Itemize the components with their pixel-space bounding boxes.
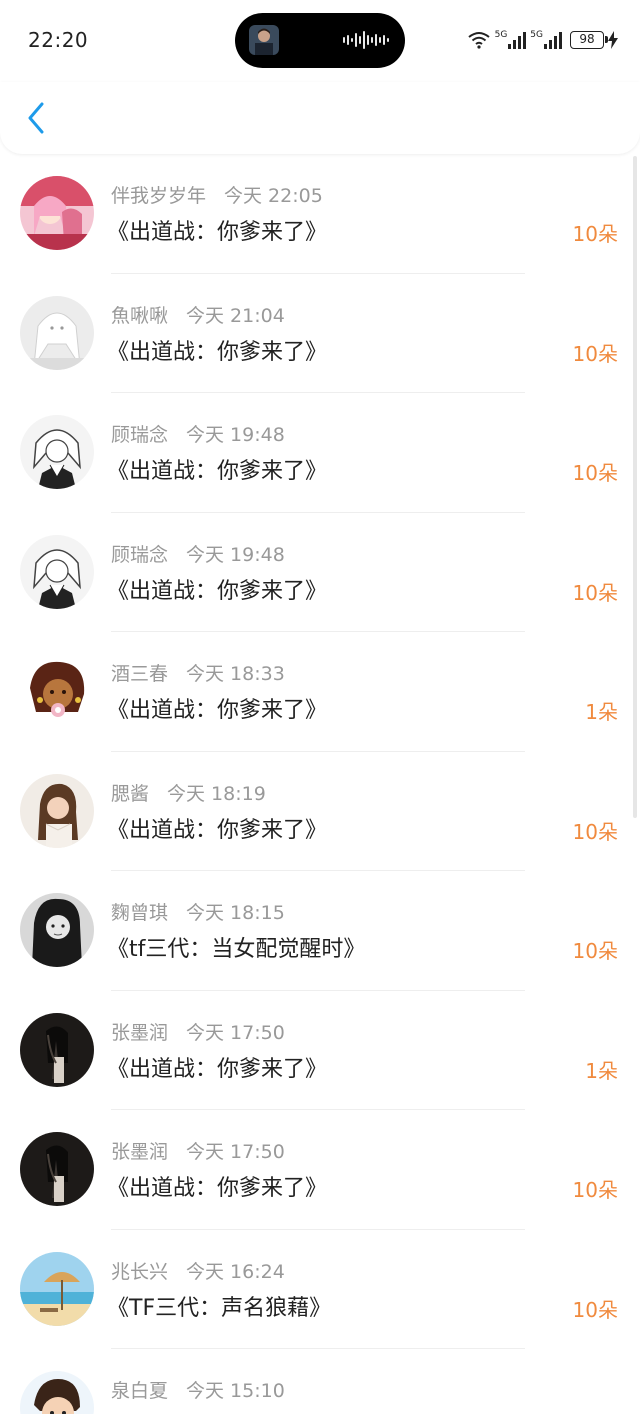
record-meta: 兆长兴 今天 16:24 [111,1257,285,1284]
flower-amount: 10朵 [572,1297,618,1322]
cartoon-boy-avatar[interactable] [20,1371,94,1414]
record-meta: 伴我岁岁年 今天 22:05 [111,181,323,208]
book-title[interactable]: 《出道战：你爹来了》 [107,812,327,844]
network-type-2: 5G [530,30,543,40]
timestamp: 今天 18:15 [186,902,285,924]
timestamp: 今天 18:33 [186,663,285,685]
timestamp: 今天 22:05 [224,185,323,207]
anime-white-avatar[interactable] [20,295,94,370]
record-meta: 张墨润 今天 17:50 [111,1018,285,1045]
manga-bw-avatar[interactable] [20,534,94,609]
gift-record-row[interactable]: 酒三春 今天 18:33 《出道战：你爹来了》 1朵 [0,632,640,752]
network-type-1: 5G [494,30,508,40]
flower-amount: 1朵 [585,1058,618,1083]
back-button[interactable] [18,96,54,140]
dynamic-island[interactable] [235,13,405,68]
record-meta: 腮酱 今天 18:19 [111,779,266,806]
username[interactable]: 酒三春 [111,663,168,685]
beach-umbrella-avatar[interactable] [20,1251,94,1326]
username[interactable]: 泉白夏 [111,1380,168,1402]
signal-1: 5G [495,31,527,49]
status-time: 22:20 [28,28,89,52]
gift-record-row[interactable]: 腮酱 今天 18:19 《出道战：你爹来了》 10朵 [0,752,640,871]
timestamp: 今天 19:48 [186,543,285,566]
record-meta: 张墨润 今天 17:50 [111,1137,285,1164]
status-icons: 5G 5G 98 [467,28,618,52]
book-title[interactable]: 《出道战：你爹来了》 [107,453,327,485]
record-meta: 酒三春 今天 18:33 [111,659,285,686]
record-meta: 麴曾琪 今天 18:15 [111,898,285,925]
book-title[interactable]: 《出道战：你爹来了》 [107,1051,327,1083]
signal-2: 5G [530,31,562,49]
book-title[interactable]: 《出道战：你爹来了》 [107,334,327,366]
timestamp: 今天 19:48 [186,424,285,446]
book-title[interactable]: 《出道战：你爹来了》 [107,1170,327,1202]
flower-amount: 10朵 [572,461,618,485]
audio-wave-icon [343,31,389,49]
photo-dark-avatar[interactable] [20,1012,94,1087]
book-title[interactable]: 《出道战：你爹来了》 [107,214,327,246]
timestamp: 今天 16:24 [186,1260,285,1283]
gift-record-row[interactable]: 顾瑞念 今天 19:48 《出道战：你爹来了》 10朵 [0,393,640,513]
gift-record-row[interactable]: 兆长兴 今天 16:24 《TF三代：声名狼藉》 10朵 [0,1230,640,1349]
flower-amount: 10朵 [572,1178,618,1202]
flower-amount: 10朵 [572,341,618,366]
status-bar: 22:20 5G 5G 98 [0,0,640,82]
signal-bars-icon [508,32,527,49]
cartoon-brown-avatar[interactable] [20,654,94,728]
photo-bw-avatar[interactable] [20,893,94,967]
media-thumbnail [249,25,279,55]
record-meta: 魚啾啾 今天 21:04 [111,301,285,328]
anime-pink-avatar[interactable] [20,176,94,250]
timestamp: 今天 15:10 [186,1380,285,1402]
flower-amount: 10朵 [572,939,618,963]
username[interactable]: 魚啾啾 [111,305,168,327]
top-nav-bar [0,82,640,154]
record-meta: 顾瑞念 今天 19:48 [111,540,285,567]
gift-record-row[interactable]: 泉白夏 今天 15:10 [0,1349,640,1414]
timestamp: 今天 18:19 [167,782,266,805]
timestamp: 今天 17:50 [186,1021,285,1044]
signal-bars-icon [544,32,562,49]
username[interactable]: 顾瑞念 [111,544,168,566]
timestamp: 今天 21:04 [186,304,285,327]
gift-record-row[interactable]: 张墨润 今天 17:50 《出道战：你爹来了》 10朵 [0,1110,640,1230]
username[interactable]: 麴曾琪 [111,902,168,924]
flower-amount: 10朵 [572,580,618,605]
timestamp: 今天 17:50 [186,1141,285,1163]
record-meta: 顾瑞念 今天 19:48 [111,420,285,447]
photo-dark-avatar[interactable] [20,1132,94,1206]
record-meta: 泉白夏 今天 15:10 [111,1376,285,1403]
photo-woman-avatar[interactable] [20,773,94,848]
wifi-icon [467,32,490,49]
gift-record-row[interactable]: 张墨润 今天 17:50 《出道战：你爹来了》 1朵 [0,991,640,1110]
username[interactable]: 张墨润 [111,1022,168,1044]
battery-indicator: 98 [570,31,608,49]
username[interactable]: 张墨润 [111,1141,168,1163]
flower-amount: 10朵 [572,819,618,844]
book-title[interactable]: 《tf三代：当女配觉醒时》 [107,931,365,963]
flower-amount: 1朵 [585,700,618,724]
username[interactable]: 兆长兴 [111,1261,168,1283]
flower-amount: 10朵 [572,222,618,246]
username[interactable]: 顾瑞念 [111,424,168,446]
book-title[interactable]: 《出道战：你爹来了》 [107,692,327,724]
gift-record-row[interactable]: 麴曾琪 今天 18:15 《tf三代：当女配觉醒时》 10朵 [0,871,640,991]
gift-record-list[interactable]: 伴我岁岁年 今天 22:05 《出道战：你爹来了》 10朵 魚啾啾 今天 21:04… [0,154,640,1414]
book-title[interactable]: 《出道战：你爹来了》 [107,573,327,605]
scrollbar[interactable] [633,156,637,818]
username[interactable]: 伴我岁岁年 [111,185,206,207]
manga-bw-avatar[interactable] [20,415,94,489]
book-title[interactable]: 《TF三代：声名狼藉》 [107,1290,331,1322]
gift-record-row[interactable]: 顾瑞念 今天 19:48 《出道战：你爹来了》 10朵 [0,513,640,632]
username[interactable]: 腮酱 [111,783,149,805]
gift-record-row[interactable]: 魚啾啾 今天 21:04 《出道战：你爹来了》 10朵 [0,274,640,393]
charging-bolt-icon [608,31,618,49]
gift-record-row[interactable]: 伴我岁岁年 今天 22:05 《出道战：你爹来了》 10朵 [0,154,640,274]
chevron-left-icon [28,102,44,134]
